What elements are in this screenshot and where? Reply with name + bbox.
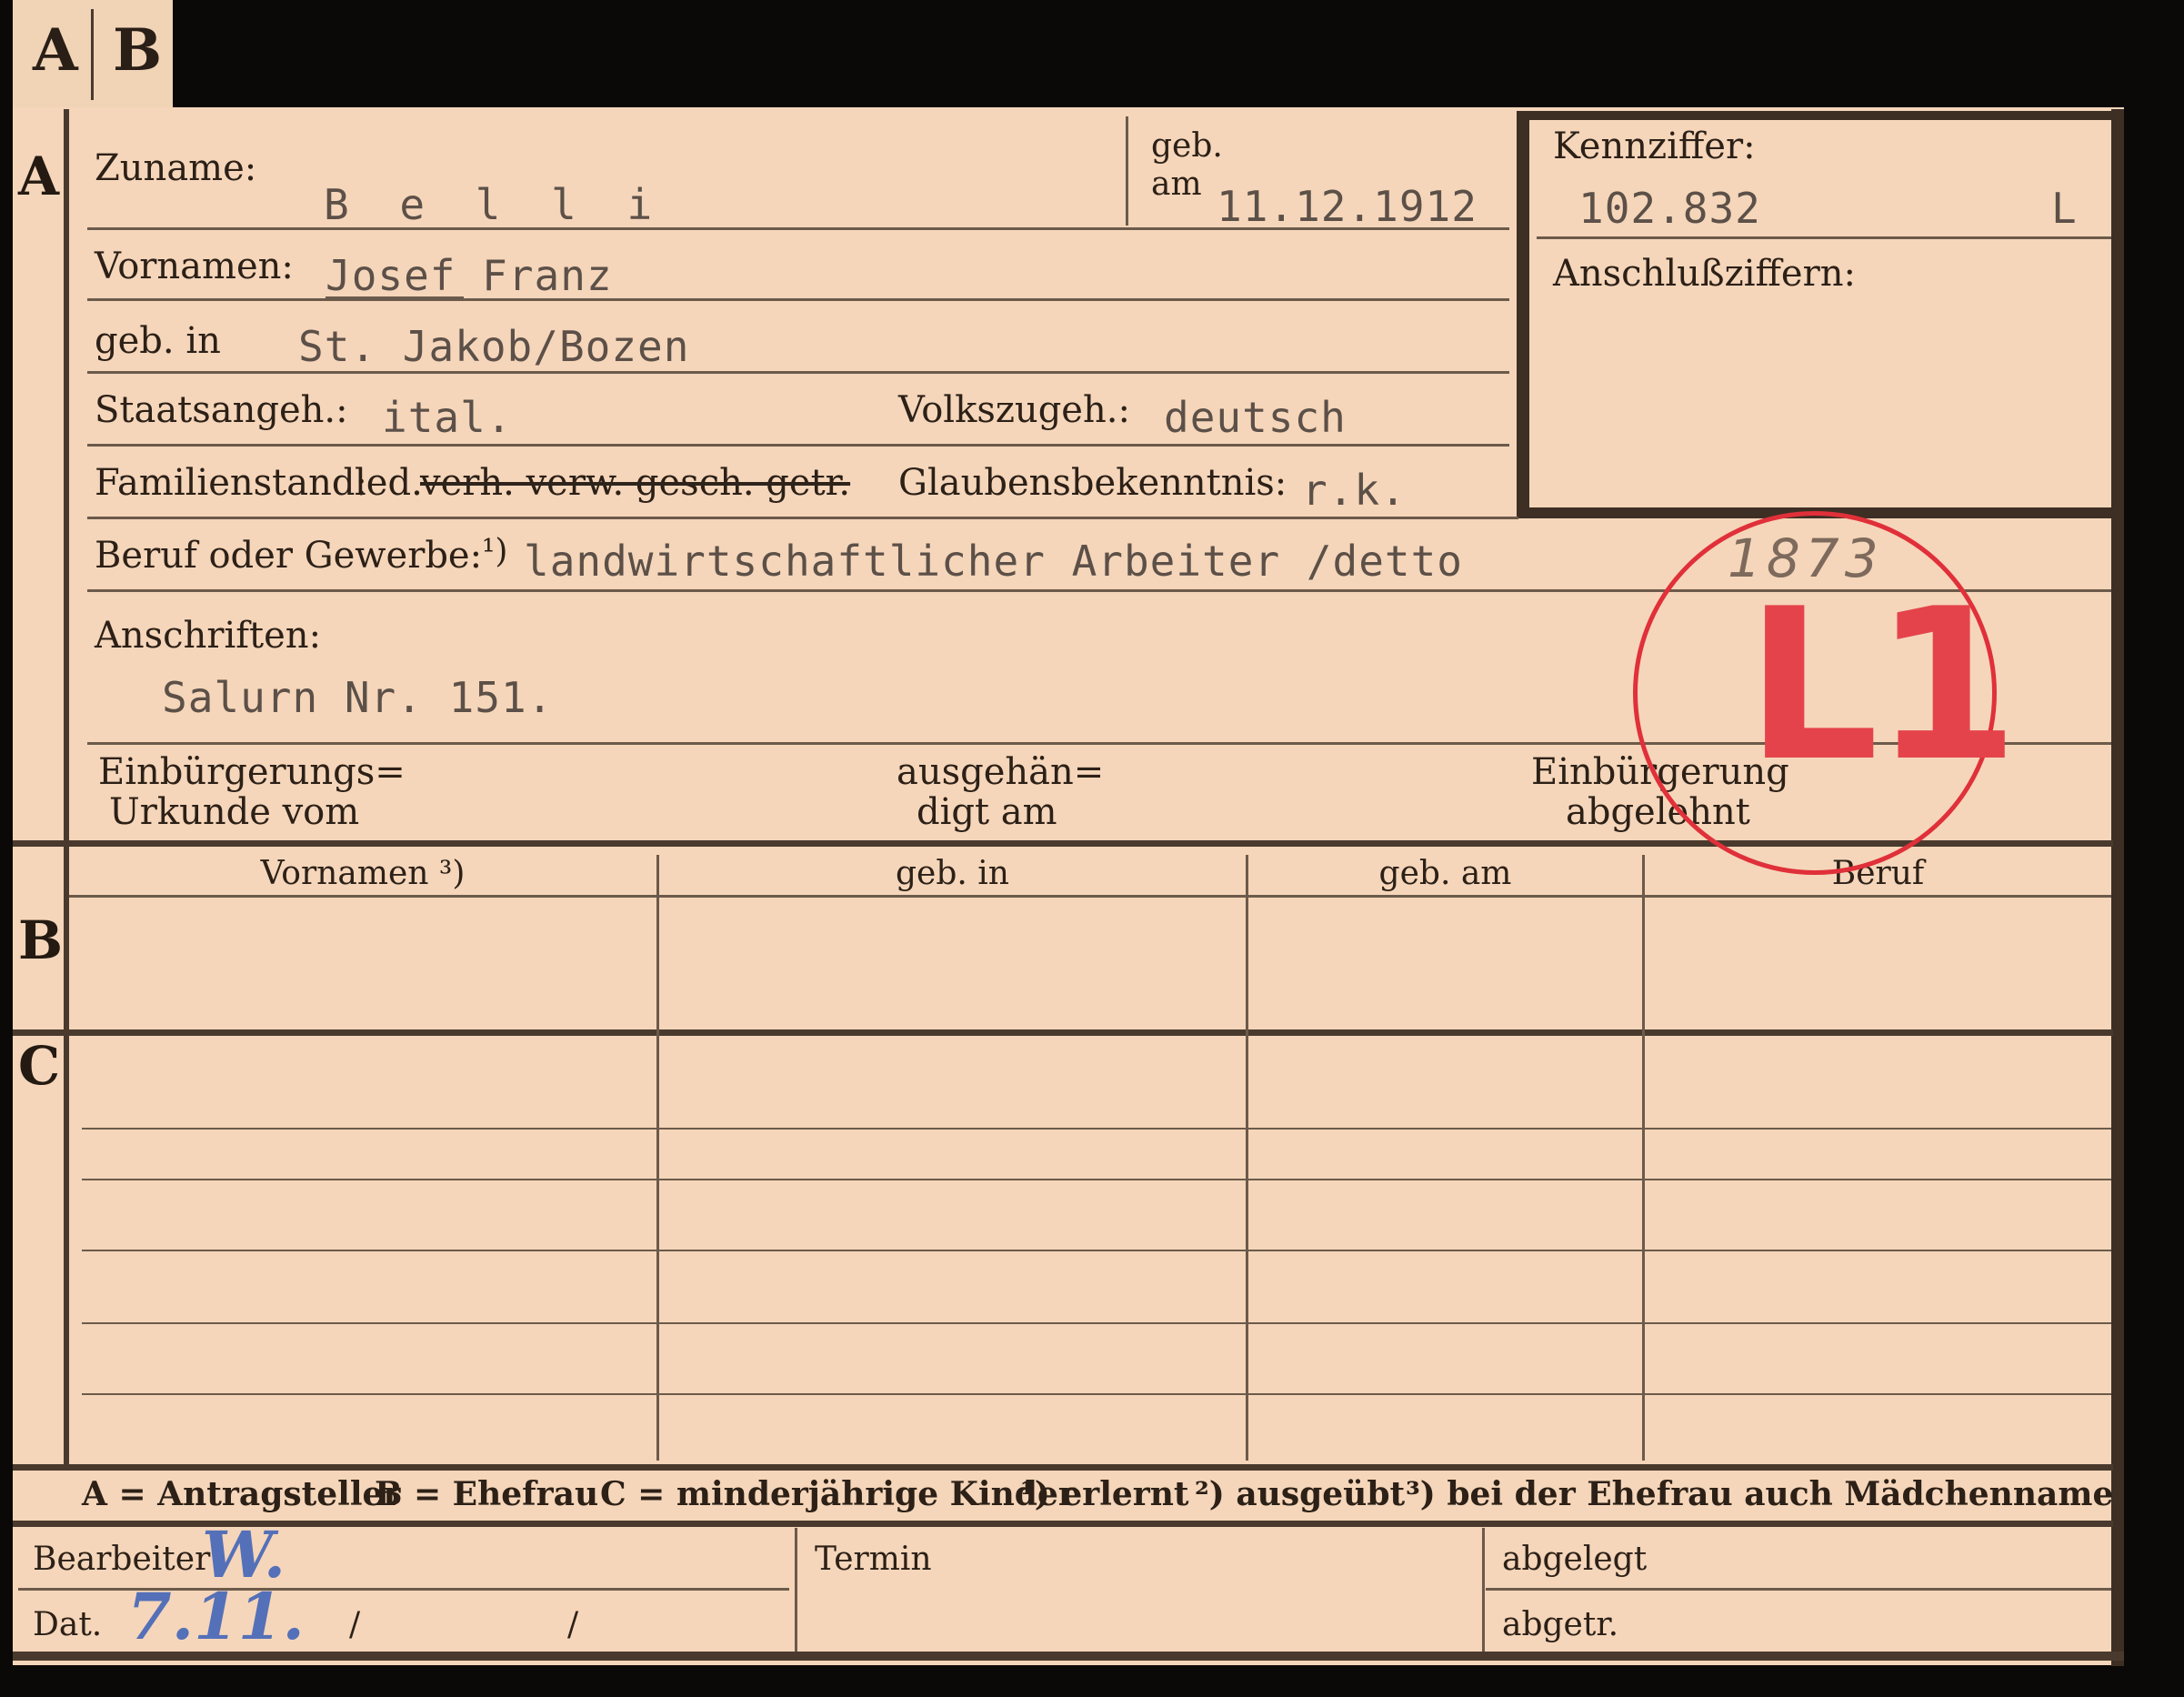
c-row-4 [82,1322,2111,1324]
col-divider-3 [1642,855,1645,1461]
legend-bottom [13,1521,2113,1527]
kennziffer-label: Kennziffer: [1553,126,1756,167]
zuname-label: Zuname: [95,147,257,189]
section-c-top [13,1029,2113,1036]
kennziffer-suffix: L [2051,184,2078,233]
tab-divider [91,9,94,100]
card-right-edge [2111,109,2124,1666]
abgetr-label: abgetr. [1502,1606,1619,1643]
c-row-1 [82,1128,2111,1130]
col-header-geb-in: geb. in [896,855,1009,892]
row-line-4 [87,444,1509,447]
col-divider-2 [1246,855,1248,1461]
dat-label: Dat. [33,1606,103,1643]
tab-letter-b: B [113,16,163,85]
tab-letter-a: A [33,16,78,85]
kennziffer-underline [1537,236,2111,239]
staatsangeh-label: Staatsangeh.: [95,389,348,431]
vornamen-label: Vornamen: [95,246,294,287]
stamp-code: L1 [1746,565,2019,808]
legend-top [13,1464,2113,1471]
einbuergerung-label-2: Urkunde vom [109,791,360,833]
anschlussziffern-label: Anschlußziffern: [1553,253,1856,295]
geb-am-label-1: geb. [1151,127,1223,165]
zuname-value: B e l l i [324,180,666,229]
col-divider-1 [656,855,659,1461]
beruf-label: Beruf oder Gewerbe: [95,535,483,577]
beruf-value: landwirtschaftlicher Arbeiter /detto [524,537,1463,586]
footer-divider-1 [795,1528,797,1652]
section-a-marker: A [18,146,60,207]
termin-label: Termin [815,1541,932,1578]
c-row-2 [82,1179,2111,1180]
kennziffer-box-top [1529,111,2111,120]
geb-am-label-2: am [1151,166,1202,203]
section-c-marker: C [18,1035,61,1097]
volkszugeh-value: deutsch [1164,393,1347,442]
vornamen-value: Josef Franz [326,251,613,300]
legend-note-3: ³) bei der Ehefrau auch Mädchenname [1406,1475,2114,1513]
col-header-vornamen: Vornamen ³) [260,855,466,892]
kennziffer-value: 102.832 [1578,184,1761,233]
ausgehaendigt-label-1: ausgehän= [897,751,1105,793]
row-line-3 [87,371,1509,374]
vornamen-underline [326,296,464,299]
handwritten-date: 7.11. [127,1579,305,1654]
bearbeiter-label: Bearbeiter: [33,1541,222,1578]
anschriften-label: Anschriften: [95,615,322,657]
ausgehaendigt-label-2: digt am [917,791,1057,833]
col-header-geb-am: geb. am [1378,855,1512,892]
date-separator-2: / [567,1606,579,1643]
c-row-3 [82,1250,2111,1251]
anschrift-value: Salurn Nr. 151. [162,673,554,722]
volkszugeh-label: Volkszugeh.: [898,389,1130,431]
beruf-footnote-marker: ¹) [482,533,508,570]
abgelegt-label: abgelegt [1502,1541,1648,1578]
legend-note-2: ²) ausgeübt [1195,1475,1406,1513]
geb-in-value: St. Jakob/Bozen [298,322,690,371]
row-line-5 [87,517,1518,519]
glaubensbekenntnis-value: r.k. [1302,466,1407,515]
zuname-divider [1126,116,1128,226]
card-tab: A B [13,0,173,107]
legend-note-1: ¹) erlernt [1020,1475,1189,1513]
left-margin-rule [64,109,69,1464]
legend-c: C = minderjährige Kinder [600,1475,1076,1513]
geb-am-value: 11.12.1912 [1217,182,1478,231]
section-b-marker: B [18,909,64,971]
footer-divider-2 [1482,1528,1485,1652]
glaubensbekenntnis-label: Glaubensbekenntnis: [898,462,1287,504]
c-row-5 [82,1393,2111,1395]
kennziffer-box-left [1517,111,1529,518]
card-bottom-edge [13,1652,2124,1661]
familienstand-led: led. [355,462,423,504]
legend-b: B = Ehefrau [375,1475,599,1513]
legend-a: A = Antragsteller [82,1475,401,1513]
table-header-line [69,895,2111,898]
geb-in-label: geb. in [95,320,221,362]
staatsangeh-value: ital. [382,393,513,442]
row-line-2 [87,298,1509,301]
familienstand-struck-options: verh. verw. gesch. getr. [420,462,851,504]
einbuergerung-label-1: Einbürgerungs= [98,751,406,793]
abgelegt-line [1486,1588,2111,1591]
familienstand-label: Familienstand: [95,462,367,504]
date-separator-1: / [349,1606,361,1643]
